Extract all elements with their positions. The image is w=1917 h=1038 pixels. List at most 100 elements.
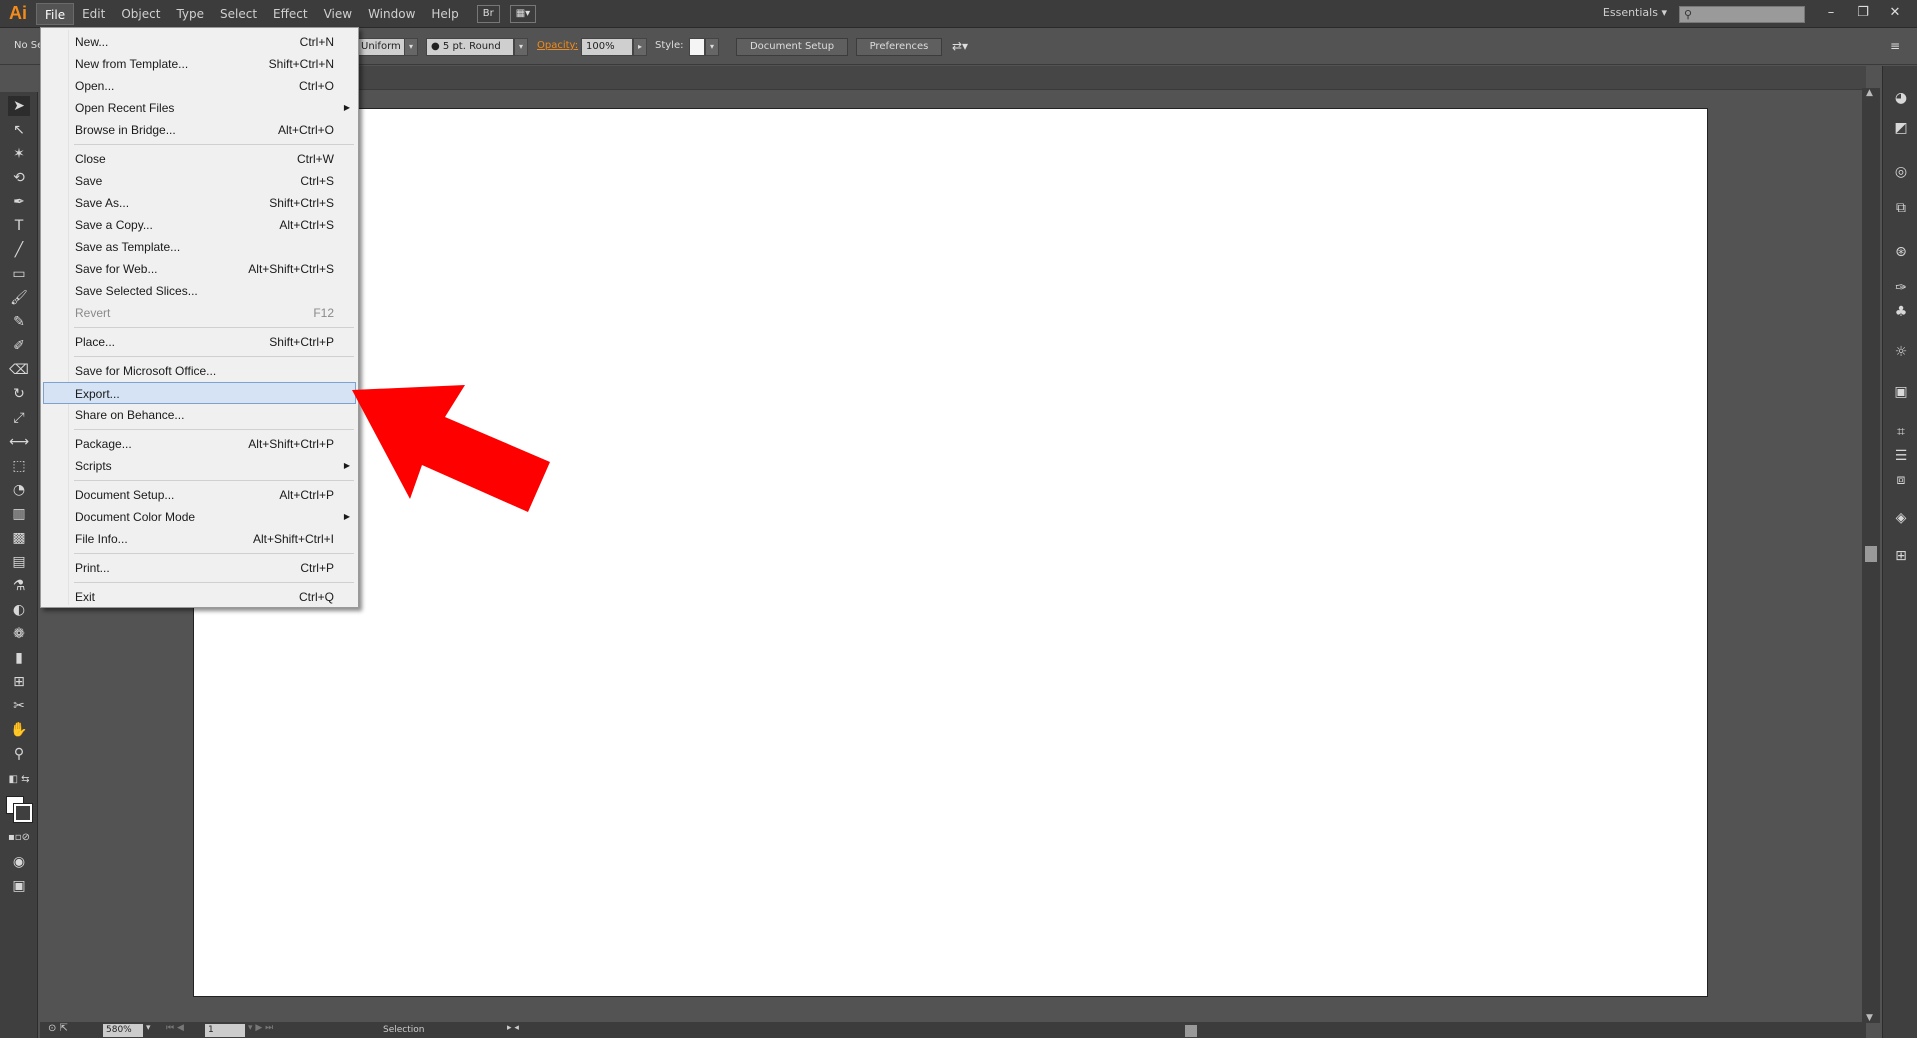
color-guide-icon[interactable]: ◩ bbox=[1891, 118, 1911, 138]
pen-tool-icon[interactable]: ✒ bbox=[8, 192, 30, 212]
align-panel-icon[interactable]: ⌗ bbox=[1891, 422, 1911, 442]
opacity-label[interactable]: Opacity: bbox=[537, 38, 578, 56]
column-graph-tool-icon[interactable]: ▮ bbox=[8, 648, 30, 668]
menu-item-package[interactable]: Package... Alt+Shift+Ctrl+P bbox=[43, 433, 356, 455]
paintbrush-tool-icon[interactable]: 🖌 bbox=[8, 288, 30, 308]
menu-item-open-recent[interactable]: Open Recent Files ▶ bbox=[43, 97, 356, 119]
scroll-down-icon[interactable]: ▼ bbox=[1866, 1013, 1873, 1023]
brush-field[interactable]: ● 5 pt. Round bbox=[426, 38, 514, 56]
page-prev-icon[interactable]: ⏮ ◀ bbox=[166, 1023, 184, 1033]
magic-wand-tool-icon[interactable]: ✶ bbox=[8, 144, 30, 164]
preferences-button[interactable]: Preferences bbox=[856, 38, 942, 56]
layers-panel-icon[interactable]: ◈ bbox=[1891, 508, 1911, 528]
panel-menu-icon[interactable]: ≡ bbox=[1890, 38, 1900, 56]
menu-type[interactable]: Type bbox=[168, 3, 212, 25]
appearance-panel-icon[interactable]: ◎ bbox=[1891, 162, 1911, 182]
status-icons[interactable]: ⊙ ⇱ bbox=[48, 1023, 68, 1034]
symbol-sprayer-tool-icon[interactable]: ❁ bbox=[8, 624, 30, 644]
menu-help[interactable]: Help bbox=[423, 3, 466, 25]
menu-item-save-as[interactable]: Save As... Shift+Ctrl+S bbox=[43, 192, 356, 214]
search-input[interactable]: ⚲ bbox=[1679, 6, 1805, 23]
menu-item-place[interactable]: Place... Shift+Ctrl+P bbox=[43, 331, 356, 353]
vertical-scrollbar[interactable]: ▲ ▼ bbox=[1862, 88, 1880, 1023]
menu-item-print[interactable]: Print... Ctrl+P bbox=[43, 557, 356, 579]
direct-selection-tool-icon[interactable]: ↖ bbox=[8, 120, 30, 140]
perspective-grid-tool-icon[interactable]: ▥ bbox=[8, 504, 30, 524]
menu-item-color-mode[interactable]: Document Color Mode ▶ bbox=[43, 506, 356, 528]
menu-item-close[interactable]: Close Ctrl+W bbox=[43, 148, 356, 170]
mesh-tool-icon[interactable]: ▩ bbox=[8, 528, 30, 548]
menu-file[interactable]: File bbox=[36, 2, 75, 25]
artboard-number-field[interactable]: 1 bbox=[205, 1024, 245, 1037]
rectangle-tool-icon[interactable]: ▭ bbox=[8, 264, 30, 284]
zoom-dropdown-icon[interactable]: ▾ bbox=[146, 1023, 151, 1033]
menu-item-save-office[interactable]: Save for Microsoft Office... bbox=[43, 360, 356, 382]
artboard-tool-icon[interactable]: ⊞ bbox=[8, 672, 30, 692]
status-arrow-icon[interactable]: ▸ ◂ bbox=[507, 1023, 519, 1033]
line-tool-icon[interactable]: ╱ bbox=[8, 240, 30, 260]
arrange-documents-icon[interactable]: ▦▾ bbox=[509, 4, 537, 23]
menu-item-exit[interactable]: Exit Ctrl+Q bbox=[43, 586, 356, 608]
menu-item-open[interactable]: Open... Ctrl+O bbox=[43, 75, 356, 97]
blob-brush-tool-icon[interactable]: ✐ bbox=[8, 336, 30, 356]
pencil-tool-icon[interactable]: ✎ bbox=[8, 312, 30, 332]
menu-view[interactable]: View bbox=[316, 3, 360, 25]
menu-item-save-template[interactable]: Save as Template... bbox=[43, 236, 356, 258]
stroke-swatch[interactable] bbox=[13, 803, 33, 823]
default-colors-icon[interactable]: ◧ ⇆ bbox=[8, 770, 30, 790]
menu-item-share-behance[interactable]: Share on Behance... bbox=[43, 404, 356, 426]
menu-item-export[interactable]: Export... bbox=[43, 382, 356, 404]
hand-tool-icon[interactable]: ✋ bbox=[8, 720, 30, 740]
artboards-panel-icon[interactable]: ⊞ bbox=[1891, 546, 1911, 566]
chevron-down-icon[interactable]: ▾ bbox=[705, 38, 719, 56]
chevron-down-icon[interactable]: ▾ bbox=[404, 38, 418, 56]
opacity-field[interactable]: 100% bbox=[581, 38, 633, 56]
bridge-button[interactable]: Br bbox=[476, 4, 500, 23]
chevron-right-icon[interactable]: ▸ bbox=[633, 38, 647, 56]
menu-item-new-from-template[interactable]: New from Template... Shift+Ctrl+N bbox=[43, 53, 356, 75]
minimize-button[interactable]: – bbox=[1817, 3, 1845, 23]
pathfinder-panel-icon[interactable]: ☰ bbox=[1891, 446, 1911, 466]
width-tool-icon[interactable]: ⟷ bbox=[8, 432, 30, 452]
menu-item-browse-bridge[interactable]: Browse in Bridge... Alt+Ctrl+O bbox=[43, 119, 356, 141]
horizontal-scroll-thumb[interactable] bbox=[1185, 1025, 1197, 1037]
shape-builder-tool-icon[interactable]: ◔ bbox=[8, 480, 30, 500]
stroke-panel-icon[interactable]: ☼ bbox=[1891, 342, 1911, 362]
vertical-scroll-thumb[interactable] bbox=[1865, 546, 1877, 562]
menu-window[interactable]: Window bbox=[360, 3, 423, 25]
eraser-tool-icon[interactable]: ⌫ bbox=[8, 360, 30, 380]
menu-effect[interactable]: Effect bbox=[265, 3, 316, 25]
artboard[interactable] bbox=[193, 108, 1708, 997]
page-next-icon[interactable]: ▾ ▶ ⏭ bbox=[248, 1023, 273, 1033]
scale-tool-icon[interactable]: ⤢ bbox=[8, 408, 30, 428]
transparency-panel-icon[interactable]: ⧈ bbox=[1891, 470, 1911, 490]
type-tool-icon[interactable]: T bbox=[8, 216, 30, 236]
gradient-tool-icon[interactable]: ▤ bbox=[8, 552, 30, 572]
restore-button[interactable]: ❐ bbox=[1849, 3, 1877, 23]
lasso-tool-icon[interactable]: ⟲ bbox=[8, 168, 30, 188]
zoom-field[interactable]: 580% bbox=[103, 1024, 143, 1037]
rotate-tool-icon[interactable]: ↻ bbox=[8, 384, 30, 404]
menu-item-save[interactable]: Save Ctrl+S bbox=[43, 170, 356, 192]
menu-item-document-setup[interactable]: Document Setup... Alt+Ctrl+P bbox=[43, 484, 356, 506]
eyedropper-tool-icon[interactable]: ⚗ bbox=[8, 576, 30, 596]
blend-tool-icon[interactable]: ◐ bbox=[8, 600, 30, 620]
menu-edit[interactable]: Edit bbox=[74, 3, 113, 25]
menu-item-save-copy[interactable]: Save a Copy... Alt+Ctrl+S bbox=[43, 214, 356, 236]
navigator-panel-icon[interactable]: ⊛ bbox=[1891, 242, 1911, 262]
menu-item-new[interactable]: New... Ctrl+N bbox=[43, 31, 356, 53]
chevron-down-icon[interactable]: ▾ bbox=[514, 38, 528, 56]
gradient-panel-icon[interactable]: ▣ bbox=[1891, 382, 1911, 402]
menu-object[interactable]: Object bbox=[113, 3, 168, 25]
menu-item-file-info[interactable]: File Info... Alt+Shift+Ctrl+I bbox=[43, 528, 356, 550]
color-panel-icon[interactable]: ◕ bbox=[1891, 88, 1911, 108]
menu-select[interactable]: Select bbox=[212, 3, 265, 25]
style-swatch[interactable] bbox=[689, 38, 705, 56]
stroke-profile-field[interactable]: Uniform bbox=[356, 38, 406, 56]
arrange-icon[interactable]: ⇄▾ bbox=[952, 38, 968, 56]
free-transform-tool-icon[interactable]: ⬚ bbox=[8, 456, 30, 476]
document-setup-button[interactable]: Document Setup bbox=[736, 38, 848, 56]
symbols-panel-icon[interactable]: ♣ bbox=[1891, 302, 1911, 322]
workspace-switcher[interactable]: Essentials ▾ bbox=[1603, 6, 1667, 19]
menu-item-save-web[interactable]: Save for Web... Alt+Shift+Ctrl+S bbox=[43, 258, 356, 280]
